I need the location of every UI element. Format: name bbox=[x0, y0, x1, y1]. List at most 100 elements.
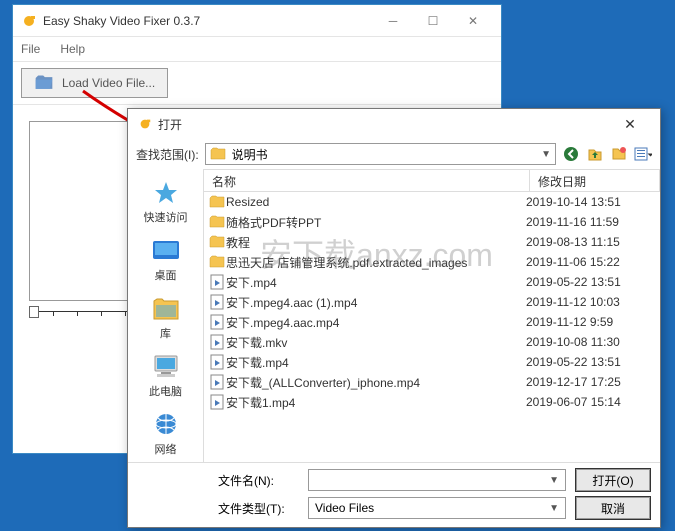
folder-icon bbox=[208, 254, 226, 270]
file-row[interactable]: 安下载_(ALLConverter)_iphone.mp42019-12-17 … bbox=[204, 372, 660, 392]
file-name: 安下载.mp4 bbox=[226, 354, 526, 371]
file-date: 2019-05-22 13:51 bbox=[526, 275, 656, 289]
slider-thumb[interactable] bbox=[29, 306, 39, 318]
video-file-icon bbox=[208, 354, 226, 370]
file-name: 安下载.mkv bbox=[226, 334, 526, 351]
file-date: 2019-11-12 9:59 bbox=[526, 315, 656, 329]
folder-icon bbox=[210, 147, 226, 161]
lookup-row: 查找范围(I): 说明书 ▼ bbox=[128, 139, 660, 169]
video-file-icon bbox=[208, 314, 226, 330]
file-row[interactable]: 随格式PDF转PPT2019-11-16 11:59 bbox=[204, 212, 660, 232]
file-row[interactable]: 安下.mp42019-05-22 13:51 bbox=[204, 272, 660, 292]
filename-label: 文件名(N): bbox=[218, 472, 298, 489]
open-file-dialog: 打开 ✕ 查找范围(I): 说明书 ▼ 快速访问 桌面 bbox=[127, 108, 661, 528]
file-row[interactable]: 安下.mpeg4.aac.mp42019-11-12 9:59 bbox=[204, 312, 660, 332]
open-button[interactable]: 打开(O) bbox=[576, 469, 650, 491]
menu-file[interactable]: File bbox=[21, 42, 40, 56]
load-video-label: Load Video File... bbox=[62, 76, 155, 90]
file-row[interactable]: Resized2019-10-14 13:51 bbox=[204, 192, 660, 212]
chevron-down-icon: ▼ bbox=[549, 503, 559, 514]
place-this-pc[interactable]: 此电脑 bbox=[128, 349, 203, 403]
network-icon bbox=[150, 411, 182, 439]
close-button[interactable]: ✕ bbox=[453, 7, 493, 35]
column-date[interactable]: 修改日期 bbox=[530, 170, 660, 191]
chevron-down-icon: ▼ bbox=[549, 475, 559, 486]
file-date: 2019-11-12 10:03 bbox=[526, 295, 656, 309]
view-menu-icon[interactable] bbox=[634, 145, 652, 163]
filetype-value: Video Files bbox=[315, 501, 374, 515]
file-date: 2019-10-08 11:30 bbox=[526, 335, 656, 349]
video-file-icon bbox=[208, 294, 226, 310]
up-icon[interactable] bbox=[586, 145, 604, 163]
file-name: 安下.mp4 bbox=[226, 274, 526, 291]
file-name: Resized bbox=[226, 195, 526, 209]
dialog-bottom: 文件名(N): ▼ 打开(O) 文件类型(T): Video Files ▼ 取… bbox=[128, 462, 660, 527]
file-name: 安下.mpeg4.aac.mp4 bbox=[226, 314, 526, 331]
app-toolbar: Load Video File... bbox=[13, 61, 501, 105]
app-title: Easy Shaky Video Fixer 0.3.7 bbox=[43, 14, 373, 28]
app-icon bbox=[21, 13, 37, 29]
file-date: 2019-11-06 15:22 bbox=[526, 255, 656, 269]
filetype-label: 文件类型(T): bbox=[218, 500, 298, 517]
file-name: 安下.mpeg4.aac (1).mp4 bbox=[226, 294, 526, 311]
video-file-icon bbox=[208, 374, 226, 390]
minimize-button[interactable]: ─ bbox=[373, 7, 413, 35]
dialog-close-button[interactable]: ✕ bbox=[610, 111, 650, 137]
lookup-label: 查找范围(I): bbox=[136, 146, 199, 163]
place-quick-access[interactable]: 快速访问 bbox=[128, 175, 203, 229]
back-icon[interactable] bbox=[562, 145, 580, 163]
menu-help[interactable]: Help bbox=[60, 42, 85, 56]
load-video-button[interactable]: Load Video File... bbox=[21, 68, 168, 98]
dialog-title: 打开 bbox=[158, 116, 610, 133]
lookup-toolbar bbox=[562, 145, 652, 163]
file-row[interactable]: 安下载.mkv2019-10-08 11:30 bbox=[204, 332, 660, 352]
file-date: 2019-08-13 11:15 bbox=[526, 235, 656, 249]
file-name: 教程 bbox=[226, 234, 526, 251]
video-file-icon bbox=[208, 394, 226, 410]
place-network[interactable]: 网络 bbox=[128, 407, 203, 461]
cancel-button[interactable]: 取消 bbox=[576, 497, 650, 519]
folder-icon bbox=[208, 234, 226, 250]
file-name: 安下载1.mp4 bbox=[226, 394, 526, 411]
file-list-header: 名称 修改日期 bbox=[204, 170, 660, 192]
desktop-icon bbox=[150, 237, 182, 265]
dialog-body: 快速访问 桌面 库 此电脑 网络 名称 修改日期 bbox=[128, 169, 660, 462]
file-date: 2019-10-14 13:51 bbox=[526, 195, 656, 209]
star-icon bbox=[150, 179, 182, 207]
file-list[interactable]: Resized2019-10-14 13:51随格式PDF转PPT2019-11… bbox=[204, 192, 660, 462]
library-icon bbox=[150, 295, 182, 323]
file-date: 2019-11-16 11:59 bbox=[526, 215, 656, 229]
file-row[interactable]: 教程2019-08-13 11:15 bbox=[204, 232, 660, 252]
file-row[interactable]: 思迅天店 店铺管理系统.pdf.extracted_images2019-11-… bbox=[204, 252, 660, 272]
place-desktop[interactable]: 桌面 bbox=[128, 233, 203, 287]
app-menubar: File Help bbox=[13, 37, 501, 61]
filename-combo[interactable]: ▼ bbox=[308, 469, 566, 491]
file-list-area: 名称 修改日期 Resized2019-10-14 13:51随格式PDF转PP… bbox=[204, 169, 660, 462]
folder-open-icon bbox=[34, 73, 54, 93]
dialog-icon bbox=[138, 117, 152, 131]
file-row[interactable]: 安下载1.mp42019-06-07 15:14 bbox=[204, 392, 660, 412]
lookup-value: 说明书 bbox=[232, 146, 535, 163]
filetype-combo[interactable]: Video Files ▼ bbox=[308, 497, 566, 519]
chevron-down-icon: ▼ bbox=[541, 149, 551, 160]
dialog-titlebar: 打开 ✕ bbox=[128, 109, 660, 139]
file-date: 2019-12-17 17:25 bbox=[526, 375, 656, 389]
video-file-icon bbox=[208, 334, 226, 350]
lookup-combo[interactable]: 说明书 ▼ bbox=[205, 143, 556, 165]
window-controls: ─ ☐ ✕ bbox=[373, 7, 493, 35]
video-file-icon bbox=[208, 274, 226, 290]
pc-icon bbox=[150, 353, 182, 381]
new-folder-icon[interactable] bbox=[610, 145, 628, 163]
app-titlebar: Easy Shaky Video Fixer 0.3.7 ─ ☐ ✕ bbox=[13, 5, 501, 37]
maximize-button[interactable]: ☐ bbox=[413, 7, 453, 35]
file-row[interactable]: 安下.mpeg4.aac (1).mp42019-11-12 10:03 bbox=[204, 292, 660, 312]
file-date: 2019-06-07 15:14 bbox=[526, 395, 656, 409]
folder-icon bbox=[208, 214, 226, 230]
column-name[interactable]: 名称 bbox=[204, 170, 530, 191]
folder-icon bbox=[208, 194, 226, 210]
file-row[interactable]: 安下载.mp42019-05-22 13:51 bbox=[204, 352, 660, 372]
file-name: 随格式PDF转PPT bbox=[226, 214, 526, 231]
file-name: 安下载_(ALLConverter)_iphone.mp4 bbox=[226, 374, 526, 391]
places-bar: 快速访问 桌面 库 此电脑 网络 bbox=[128, 169, 204, 462]
place-library[interactable]: 库 bbox=[128, 291, 203, 345]
